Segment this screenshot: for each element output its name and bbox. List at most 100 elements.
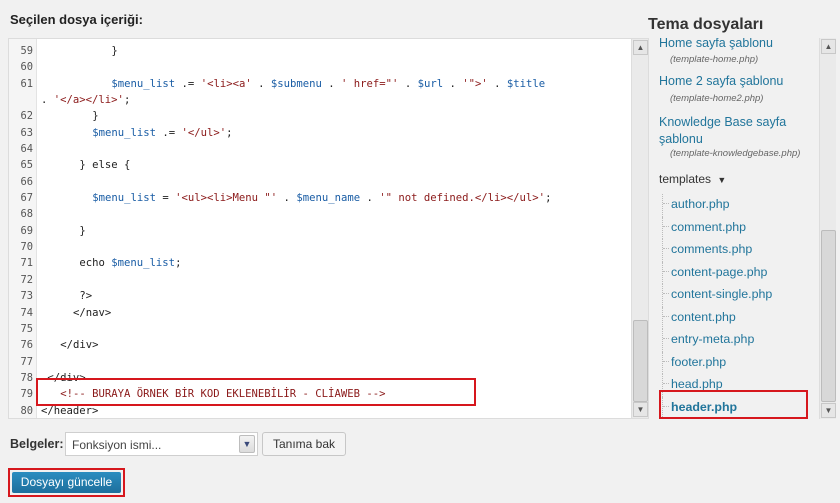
code-line[interactable]: 69} <box>9 223 631 239</box>
code-token: ; <box>123 94 131 107</box>
theme-files-list: Home sayfa şablonu (template-home.php) H… <box>654 38 836 419</box>
code-line[interactable]: 68 <box>9 206 631 222</box>
line-number: 64 <box>20 143 33 156</box>
code-token: ; <box>175 257 182 270</box>
code-line[interactable]: 61 $menu_list .= '<li><a' . $submenu . ' … <box>9 76 631 92</box>
files-scroll-up-icon[interactable]: ▲ <box>821 39 836 54</box>
code-content[interactable]: 59} 60 61 $menu_list .= '<li><a' . $submenu… <box>9 43 631 418</box>
template-link-knowledgebase[interactable]: Knowledge Base sayfa şablonu <box>659 114 807 148</box>
line-number: 67 <box>20 192 33 205</box>
code-token: . <box>321 77 342 90</box>
code-text: } <box>41 108 98 124</box>
active-file-marker <box>659 390 808 419</box>
code-text: } else { <box>41 157 130 173</box>
line-number: 59 <box>20 45 33 57</box>
line-number: 69 <box>20 224 33 237</box>
code-line[interactable]: 75 <box>9 321 631 337</box>
highlighted-line-marker <box>36 378 476 406</box>
code-token: . <box>41 94 54 107</box>
code-variable: $menu_list <box>92 126 156 139</box>
code-string: '<ul><li>Menu "' <box>175 192 278 205</box>
line-number: 78 <box>20 371 33 384</box>
code-token: .= <box>155 126 182 139</box>
editor-scroll-thumb[interactable] <box>633 320 648 402</box>
line-number: 76 <box>20 339 33 352</box>
code-line[interactable]: 72 <box>9 272 631 288</box>
code-string: '">' <box>462 77 488 90</box>
scroll-up-icon[interactable]: ▲ <box>633 40 648 55</box>
code-string: ' href="' <box>341 77 399 90</box>
code-line[interactable]: 73 ?> <box>9 288 631 304</box>
line-number: 63 <box>20 126 33 139</box>
code-variable: $submenu <box>270 77 322 90</box>
code-token: . <box>443 77 463 90</box>
line-number: 80 <box>20 404 33 417</box>
function-name-select[interactable]: Fonksiyon ismi... ▼ <box>65 432 258 456</box>
code-string: '<li><a' <box>200 77 252 90</box>
code-text: $menu_list .= '<li><a' . $submenu . ' hr… <box>41 76 545 92</box>
code-line[interactable]: 74 </nav> <box>9 305 631 321</box>
files-scrollbar[interactable]: ▲ ▼ <box>819 38 836 419</box>
selected-file-title: Seçilen dosya içeriği: <box>10 12 143 27</box>
code-line[interactable]: 60 <box>9 59 631 75</box>
scroll-down-icon[interactable]: ▼ <box>633 402 648 417</box>
files-scroll-down-icon[interactable]: ▼ <box>821 403 836 418</box>
code-token: . <box>398 77 418 90</box>
templates-group[interactable]: templates ▼ <box>659 172 726 186</box>
code-text: $menu_list .= '</ul>'; <box>41 125 232 141</box>
code-line[interactable]: 77 <box>9 354 631 370</box>
file-item[interactable]: footer.php <box>662 351 726 374</box>
code-token: = <box>155 192 176 205</box>
code-line[interactable]: 59} <box>9 43 631 59</box>
documentation-label: Belgeler: <box>10 437 64 451</box>
template-link-home2[interactable]: Home 2 sayfa şablonu <box>659 74 783 88</box>
file-item[interactable]: content.php <box>662 306 736 329</box>
code-token: . <box>277 192 297 205</box>
code-line[interactable]: 65 } else { <box>9 157 631 173</box>
code-token: . <box>251 77 271 90</box>
code-line[interactable]: 64 <box>9 141 631 157</box>
template-file-home: (template-home.php) <box>670 54 759 65</box>
code-token: .= <box>175 77 201 90</box>
file-item[interactable]: content-page.php <box>662 261 767 284</box>
code-line[interactable]: 63 $menu_list .= '</ul>'; <box>9 125 631 141</box>
code-variable: $url <box>417 77 444 90</box>
line-number: 62 <box>20 110 33 123</box>
code-editor[interactable]: 59} 60 61 $menu_list .= '<li><a' . $submenu… <box>8 38 649 419</box>
file-item[interactable]: entry-meta.php <box>662 329 754 352</box>
file-item[interactable]: content-single.php <box>662 284 772 307</box>
lookup-button[interactable]: Tanıma bak <box>262 432 346 456</box>
line-number: 70 <box>20 241 33 254</box>
theme-files-title: Tema dosyaları <box>648 16 764 33</box>
file-item[interactable]: comments.php <box>662 239 752 262</box>
code-line[interactable]: 66 <box>9 174 631 190</box>
template-link-home[interactable]: Home sayfa şablonu <box>659 38 773 50</box>
code-token: } else { <box>79 159 131 172</box>
code-text: } <box>41 43 117 59</box>
template-file-knowledgebase: (template-knowledgebase.php) <box>670 148 801 159</box>
code-string: '</a></li>' <box>53 94 124 107</box>
code-token: } <box>79 224 86 237</box>
update-button-marker <box>8 468 125 497</box>
code-line[interactable]: 62} <box>9 108 631 124</box>
code-line[interactable]: 70 <box>9 239 631 255</box>
chevron-down-icon[interactable]: ▼ <box>239 435 255 453</box>
code-text: $menu_list = '<ul><li>Menu "' . $menu_na… <box>41 190 551 206</box>
line-number: 72 <box>20 273 33 286</box>
files-scroll-thumb[interactable] <box>821 230 836 402</box>
code-token: . <box>360 192 380 205</box>
line-number: 65 <box>20 159 33 172</box>
code-line[interactable]: 76 </div> <box>9 337 631 353</box>
code-variable: $menu_list <box>92 192 156 205</box>
code-text: . '</a></li>'; <box>41 92 130 108</box>
code-line[interactable]: . '</a></li>'; <box>9 92 631 108</box>
file-item[interactable]: comment.php <box>662 216 746 239</box>
code-variable: $menu_name <box>296 192 361 205</box>
code-line[interactable]: 67 $menu_list = '<ul><li>Menu "' . $menu_… <box>9 190 631 206</box>
code-variable: $title <box>506 77 546 90</box>
code-line[interactable]: 71 echo $menu_list; <box>9 255 631 271</box>
editor-scrollbar[interactable]: ▲ ▼ <box>631 39 648 418</box>
collapse-arrow-icon[interactable]: ▼ <box>717 175 726 185</box>
file-item[interactable]: author.php <box>662 194 730 217</box>
line-number: 60 <box>20 61 33 74</box>
